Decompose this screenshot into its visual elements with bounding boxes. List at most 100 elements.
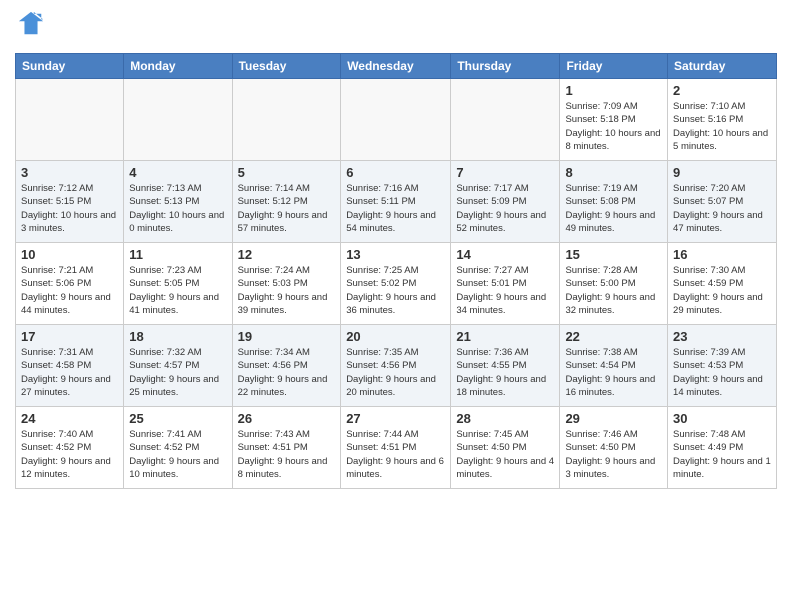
calendar-cell: 24Sunrise: 7:40 AM Sunset: 4:52 PM Dayli… [16,407,124,489]
day-info: Sunrise: 7:44 AM Sunset: 4:51 PM Dayligh… [346,428,445,481]
calendar-cell [341,79,451,161]
day-info: Sunrise: 7:41 AM Sunset: 4:52 PM Dayligh… [129,428,226,481]
calendar-cell: 4Sunrise: 7:13 AM Sunset: 5:13 PM Daylig… [124,161,232,243]
day-number: 5 [238,165,336,180]
day-number: 30 [673,411,771,426]
day-info: Sunrise: 7:20 AM Sunset: 5:07 PM Dayligh… [673,182,771,235]
calendar-cell: 5 Sunrise: 7:14 AM Sunset: 5:12 PM Daylig… [232,161,341,243]
calendar-cell: 3Sunrise: 7:12 AM Sunset: 5:15 PM Daylig… [16,161,124,243]
calendar-cell: 17 Sunrise: 7:31 AM Sunset: 4:58 PM Dayli… [16,325,124,407]
calendar-cell: 13Sunrise: 7:25 AM Sunset: 5:02 PM Dayli… [341,243,451,325]
day-number: 15 [565,247,662,262]
day-number: 26 [238,411,336,426]
calendar-cell: 18 Sunrise: 7:32 AM Sunset: 4:57 PM Dayli… [124,325,232,407]
day-number: 9 [673,165,771,180]
day-info: Sunrise: 7:19 AM Sunset: 5:08 PM Dayligh… [565,182,662,235]
weekday-header: Tuesday [232,54,341,79]
header-row: SundayMondayTuesdayWednesdayThursdayFrid… [16,54,777,79]
calendar-cell: 14Sunrise: 7:27 AM Sunset: 5:01 PM Dayli… [451,243,560,325]
calendar-cell: 15 Sunrise: 7:28 AM Sunset: 5:00 PM Dayli… [560,243,668,325]
day-info: Sunrise: 7:24 AM Sunset: 5:03 PM Dayligh… [238,264,336,317]
page: SundayMondayTuesdayWednesdayThursdayFrid… [0,0,792,612]
calendar-cell: 30Sunrise: 7:48 AM Sunset: 4:49 PM Dayli… [668,407,777,489]
weekday-header: Monday [124,54,232,79]
logo-text [15,10,45,43]
day-number: 2 [673,83,771,98]
day-info: Sunrise: 7:36 AM Sunset: 4:55 PM Dayligh… [456,346,554,399]
logo [15,10,45,43]
day-info: Sunrise: 7:35 AM Sunset: 4:56 PM Dayligh… [346,346,445,399]
day-info: Sunrise: 7:16 AM Sunset: 5:11 PM Dayligh… [346,182,445,235]
day-info: Sunrise: 7:39 AM Sunset: 4:53 PM Dayligh… [673,346,771,399]
day-number: 23 [673,329,771,344]
calendar-week: 17 Sunrise: 7:31 AM Sunset: 4:58 PM Dayli… [16,325,777,407]
day-info: Sunrise: 7:32 AM Sunset: 4:57 PM Dayligh… [129,346,226,399]
day-info: Sunrise: 7:45 AM Sunset: 4:50 PM Dayligh… [456,428,554,481]
day-number: 27 [346,411,445,426]
day-number: 3 [21,165,118,180]
weekday-header: Wednesday [341,54,451,79]
day-number: 28 [456,411,554,426]
day-info: Sunrise: 7:27 AM Sunset: 5:01 PM Dayligh… [456,264,554,317]
weekday-header: Saturday [668,54,777,79]
calendar-cell: 28 Sunrise: 7:45 AM Sunset: 4:50 PM Dayli… [451,407,560,489]
weekday-header: Thursday [451,54,560,79]
day-number: 19 [238,329,336,344]
day-info: Sunrise: 7:10 AM Sunset: 5:16 PM Dayligh… [673,100,771,153]
day-info: Sunrise: 7:21 AM Sunset: 5:06 PM Dayligh… [21,264,118,317]
day-number: 21 [456,329,554,344]
weekday-header: Friday [560,54,668,79]
day-number: 8 [565,165,662,180]
day-number: 12 [238,247,336,262]
day-number: 22 [565,329,662,344]
day-number: 20 [346,329,445,344]
day-info: Sunrise: 7:23 AM Sunset: 5:05 PM Dayligh… [129,264,226,317]
calendar-cell: 10 Sunrise: 7:21 AM Sunset: 5:06 PM Dayli… [16,243,124,325]
calendar-cell: 2 Sunrise: 7:10 AM Sunset: 5:16 PM Daylig… [668,79,777,161]
day-number: 10 [21,247,118,262]
day-info: Sunrise: 7:25 AM Sunset: 5:02 PM Dayligh… [346,264,445,317]
calendar-cell: 21 Sunrise: 7:36 AM Sunset: 4:55 PM Dayli… [451,325,560,407]
calendar-cell: 7 Sunrise: 7:17 AM Sunset: 5:09 PM Daylig… [451,161,560,243]
calendar-cell: 29 Sunrise: 7:46 AM Sunset: 4:50 PM Dayli… [560,407,668,489]
calendar-cell: 16 Sunrise: 7:30 AM Sunset: 4:59 PM Dayli… [668,243,777,325]
calendar-cell [451,79,560,161]
day-info: Sunrise: 7:28 AM Sunset: 5:00 PM Dayligh… [565,264,662,317]
day-info: Sunrise: 7:09 AM Sunset: 5:18 PM Dayligh… [565,100,662,153]
header [15,10,777,43]
day-info: Sunrise: 7:17 AM Sunset: 5:09 PM Dayligh… [456,182,554,235]
day-number: 24 [21,411,118,426]
day-number: 18 [129,329,226,344]
day-number: 17 [21,329,118,344]
day-number: 6 [346,165,445,180]
day-number: 11 [129,247,226,262]
calendar-cell: 12 Sunrise: 7:24 AM Sunset: 5:03 PM Dayli… [232,243,341,325]
day-info: Sunrise: 7:14 AM Sunset: 5:12 PM Dayligh… [238,182,336,235]
calendar-cell: 26 Sunrise: 7:43 AM Sunset: 4:51 PM Dayli… [232,407,341,489]
calendar-cell: 22Sunrise: 7:38 AM Sunset: 4:54 PM Dayli… [560,325,668,407]
day-number: 29 [565,411,662,426]
calendar-cell: 27 Sunrise: 7:44 AM Sunset: 4:51 PM Dayli… [341,407,451,489]
calendar-cell: 25Sunrise: 7:41 AM Sunset: 4:52 PM Dayli… [124,407,232,489]
calendar-week: 1 Sunrise: 7:09 AM Sunset: 5:18 PM Daylig… [16,79,777,161]
calendar-cell: 8 Sunrise: 7:19 AM Sunset: 5:08 PM Daylig… [560,161,668,243]
day-number: 7 [456,165,554,180]
day-number: 4 [129,165,226,180]
day-info: Sunrise: 7:30 AM Sunset: 4:59 PM Dayligh… [673,264,771,317]
day-info: Sunrise: 7:31 AM Sunset: 4:58 PM Dayligh… [21,346,118,399]
logo-icon [17,10,45,38]
calendar-cell: 23 Sunrise: 7:39 AM Sunset: 4:53 PM Dayli… [668,325,777,407]
calendar-cell [232,79,341,161]
calendar-week: 3Sunrise: 7:12 AM Sunset: 5:15 PM Daylig… [16,161,777,243]
calendar-cell: 9 Sunrise: 7:20 AM Sunset: 5:07 PM Daylig… [668,161,777,243]
calendar-cell [124,79,232,161]
calendar-cell [16,79,124,161]
calendar-cell: 1 Sunrise: 7:09 AM Sunset: 5:18 PM Daylig… [560,79,668,161]
calendar-cell: 6 Sunrise: 7:16 AM Sunset: 5:11 PM Daylig… [341,161,451,243]
day-number: 16 [673,247,771,262]
day-info: Sunrise: 7:43 AM Sunset: 4:51 PM Dayligh… [238,428,336,481]
day-info: Sunrise: 7:46 AM Sunset: 4:50 PM Dayligh… [565,428,662,481]
day-info: Sunrise: 7:34 AM Sunset: 4:56 PM Dayligh… [238,346,336,399]
calendar-cell: 11 Sunrise: 7:23 AM Sunset: 5:05 PM Dayli… [124,243,232,325]
day-number: 1 [565,83,662,98]
